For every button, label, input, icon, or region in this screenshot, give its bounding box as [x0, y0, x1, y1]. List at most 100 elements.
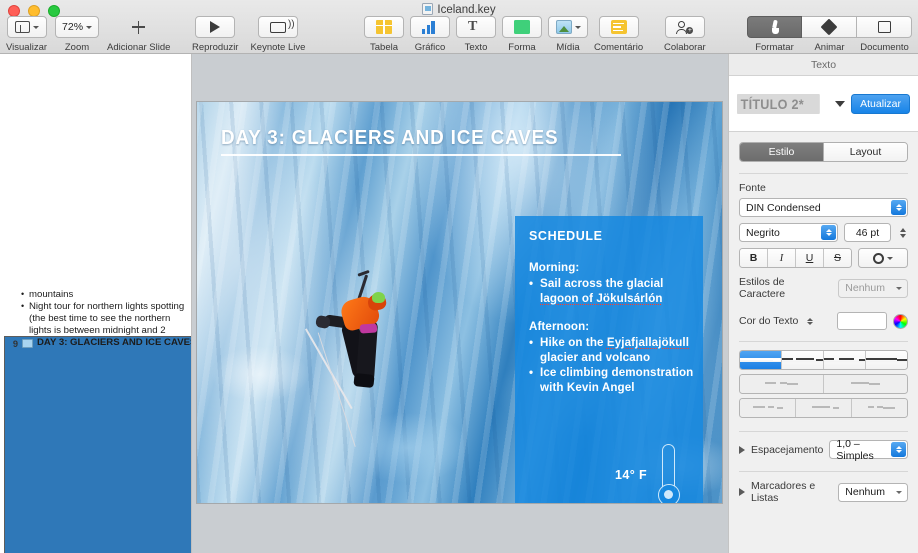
insert-chart-button[interactable]: Gráfico — [410, 16, 450, 53]
bullets-value: Nenhum — [845, 486, 885, 498]
insert-comment-button[interactable]: Comentário — [594, 16, 643, 53]
insert-media-button[interactable]: Mídia — [548, 16, 588, 53]
tab-estilo[interactable]: Estilo — [740, 143, 823, 161]
chevron-down-icon[interactable] — [891, 281, 906, 296]
gear-icon — [873, 252, 884, 264]
disclosure-triangle-icon[interactable] — [739, 445, 745, 454]
play-button[interactable]: Reproduzir — [192, 16, 238, 53]
list-item: Sail across the glacial lagoon of Jökuls… — [529, 276, 695, 306]
add-slide-label: Adicionar Slide — [107, 42, 171, 53]
updown-icon[interactable] — [807, 317, 814, 325]
font-family-select[interactable]: DIN Condensed — [739, 198, 908, 217]
slide-thumbnail-icon[interactable] — [22, 339, 33, 348]
align-middle-icon[interactable] — [795, 399, 851, 417]
text-color-well[interactable] — [837, 312, 887, 330]
chevron-down-icon — [574, 25, 581, 29]
toolbar-panel-group: Formatar Animar Documento — [747, 16, 912, 53]
inspector-tabs[interactable]: Estilo Layout — [739, 142, 908, 162]
color-wheel-icon[interactable] — [893, 313, 908, 329]
align-right-icon[interactable] — [823, 351, 865, 369]
outline-bullet-row[interactable]: mountains — [0, 288, 191, 301]
character-styles-label: Estilos de Caractere — [739, 276, 786, 300]
animate-panel-label: Animar — [814, 42, 845, 53]
outline-list[interactable]: mountainsNight tour for northern lights … — [0, 288, 191, 553]
font-section-label: Fonte — [739, 182, 766, 194]
format-inspector-panel[interactable]: Texto TÍTULO 2* Atualizar Estilo Layout … — [728, 54, 918, 553]
animate-panel-button[interactable] — [802, 16, 857, 38]
bullets-select[interactable]: Nenhum — [838, 482, 908, 502]
paragraph-style-name[interactable]: TÍTULO 2* — [737, 93, 820, 114]
shape-icon — [514, 20, 530, 34]
text-icon: T — [468, 19, 478, 34]
add-slide-button[interactable]: Adicionar Slide — [107, 16, 170, 53]
outline-slide-row[interactable]: 9 DAY 3: GLACIERS AND ICE CAVES — [5, 337, 191, 553]
update-style-button[interactable]: Atualizar — [851, 93, 910, 114]
align-top-icon[interactable] — [740, 399, 795, 417]
indent-buttons[interactable] — [739, 374, 908, 394]
list-item: Hike on the Eyjafjallajökull glacier and… — [529, 335, 695, 365]
insert-text-button[interactable]: T Texto — [456, 16, 496, 53]
insert-table-button[interactable]: Tabela — [364, 16, 404, 53]
italic-button[interactable]: I — [767, 249, 795, 267]
keynote-live-label: Keynote Live — [250, 42, 306, 53]
disclosure-triangle-icon[interactable] — [739, 488, 745, 496]
misspelled-word: lagoon of Jökulsárlón — [540, 292, 663, 306]
format-panel-label: Formatar — [755, 42, 794, 53]
schedule-body: Morning: Sail across the glacial lagoon … — [529, 260, 695, 408]
stepper-icon[interactable] — [891, 200, 906, 215]
zoom-button[interactable]: 72% Zoom — [55, 16, 100, 53]
font-weight-select[interactable]: Negrito — [739, 223, 838, 242]
schedule-text-box[interactable]: SCHEDULE Morning: Sail across the glacia… — [515, 216, 703, 503]
font-options-button[interactable] — [858, 248, 908, 268]
slide-title[interactable]: DAY 3: GLACIERS AND ICE CAVES — [221, 126, 607, 150]
character-styles-row: Estilos de Caractere Nenhum — [739, 276, 908, 300]
divider — [739, 341, 908, 342]
format-panel-button[interactable] — [747, 16, 802, 38]
spacing-value: 1,0 – Simples — [836, 437, 874, 462]
view-label: Visualizar — [6, 42, 48, 53]
slide-canvas-area[interactable]: DAY 3: GLACIERS AND ICE CAVES SCHEDULE M… — [192, 54, 728, 553]
insert-shape-button[interactable]: Forma — [502, 16, 542, 53]
toolbar-insert-group: Tabela Gráfico T Texto Forma Mídia Comen… — [364, 16, 643, 53]
keynote-live-button[interactable]: Keynote Live — [250, 16, 305, 53]
keynote-document-icon — [422, 3, 434, 15]
chart-icon — [422, 20, 438, 34]
zoom-label: Zoom — [64, 42, 90, 53]
underline-button[interactable]: U — [795, 249, 823, 267]
font-size-field[interactable]: 46 pt — [844, 223, 891, 242]
document-icon — [877, 21, 891, 33]
zoom-value: 72% — [62, 21, 84, 33]
decrease-indent-icon[interactable] — [740, 375, 823, 393]
vertical-alignment-buttons[interactable] — [739, 398, 908, 418]
chevron-down-icon[interactable] — [891, 485, 906, 500]
strikethrough-button[interactable]: S — [823, 249, 851, 267]
align-left-icon[interactable] — [740, 351, 781, 369]
stepper-icon[interactable] — [821, 225, 836, 240]
chevron-down-icon[interactable] — [835, 100, 846, 107]
align-bottom-icon[interactable] — [851, 399, 907, 417]
align-center-icon[interactable] — [781, 351, 823, 369]
font-weight-value: Negrito — [746, 226, 780, 239]
view-button[interactable]: Visualizar — [6, 16, 47, 53]
stepper-icon[interactable] — [891, 442, 906, 457]
slide-number: 9 — [12, 339, 18, 349]
paragraph-style-row[interactable]: TÍTULO 2* Atualizar — [729, 76, 918, 132]
horizontal-alignment-buttons[interactable] — [739, 350, 908, 370]
inspector-header: Texto — [729, 54, 918, 76]
document-panel-label: Documento — [860, 42, 909, 53]
increase-indent-icon[interactable] — [823, 375, 907, 393]
character-styles-select[interactable]: Nenhum — [838, 278, 908, 298]
slide-8[interactable]: DAY 3: GLACIERS AND ICE CAVES SCHEDULE M… — [197, 102, 722, 503]
slide-navigator-outline[interactable]: mountainsNight tour for northern lights … — [0, 54, 192, 553]
temperature-value: 14° F — [615, 468, 648, 482]
font-style-buttons[interactable]: B I U S — [739, 248, 852, 268]
align-justify-icon[interactable] — [865, 351, 907, 369]
document-panel-button[interactable] — [857, 16, 912, 38]
bold-button[interactable]: B — [740, 249, 767, 267]
font-size-stepper[interactable] — [897, 227, 908, 238]
tab-layout[interactable]: Layout — [823, 143, 907, 161]
misspelled-word: Eyjafjallajökull — [606, 335, 690, 349]
spacing-select[interactable]: 1,0 – Simples — [829, 437, 908, 462]
title-underline-rule — [221, 154, 621, 156]
collaborate-button[interactable]: + Colaborar — [664, 16, 706, 53]
